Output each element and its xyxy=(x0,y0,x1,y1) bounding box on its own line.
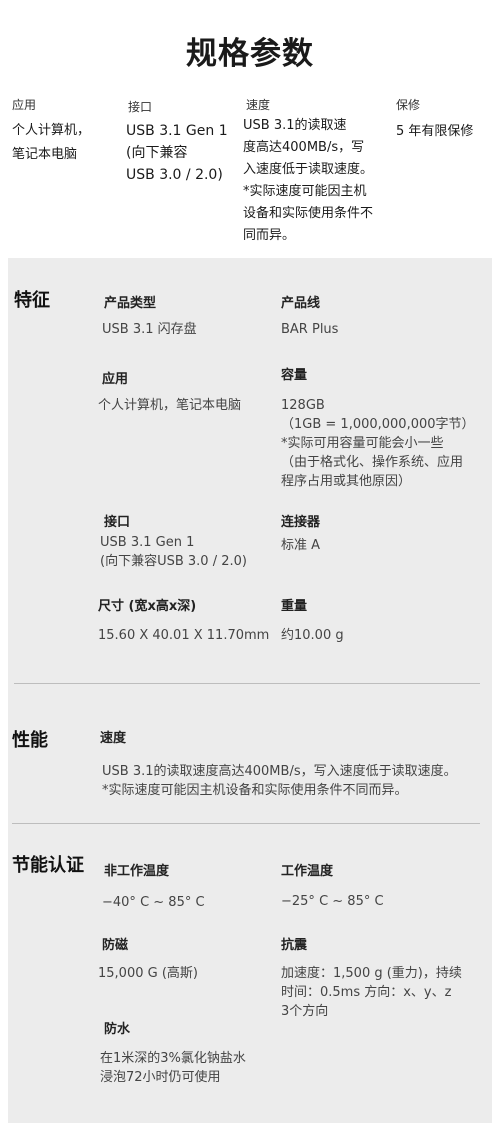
summary-label-warranty: 保修 xyxy=(396,98,421,112)
cert-value-waterproof: 在1米深的3%氯化钠盐水 浸泡72小时仍可使用 xyxy=(100,1051,246,1085)
summary-value-warranty: 5 年有限保修 xyxy=(396,124,474,139)
performance-label-speed: 速度 xyxy=(100,731,127,746)
feature-label-capacity: 容量 xyxy=(281,368,308,383)
summary-label-speed: 速度 xyxy=(246,98,271,112)
cert-label-waterproof: 防水 xyxy=(104,1022,131,1037)
cert-value-magnetic: 15,000 G (高斯) xyxy=(98,966,198,981)
summary-label-interface: 接口 xyxy=(128,100,153,114)
section-heading-certification: 节能认证 xyxy=(12,855,84,876)
feature-value-connector: 标准 A xyxy=(281,538,321,553)
section-heading-features: 特征 xyxy=(14,290,50,311)
feature-label-product-line: 产品线 xyxy=(281,296,321,311)
cert-value-storage-temp: −40° C ~ 85° C xyxy=(102,895,205,910)
summary-value-speed: USB 3.1的读取速 度高达400MB/s，写 入速度低于读取速度。 *实际速… xyxy=(243,118,374,243)
feature-value-weight: 约10.00 g xyxy=(281,628,344,643)
summary-value-application: 个人计算机， 笔记本电脑 xyxy=(12,123,91,162)
feature-label-connector: 连接器 xyxy=(281,515,321,530)
feature-label-dimensions: 尺寸 (宽x高x深) xyxy=(98,599,197,614)
feature-label-product-type: 产品类型 xyxy=(104,296,157,311)
section-divider xyxy=(14,683,480,684)
cert-value-shock: 加速度：1,500 g (重力)，持续 时间：0.5ms 方向：x、y、z 3个… xyxy=(281,966,462,1019)
feature-value-product-type: USB 3.1 闪存盘 xyxy=(102,322,197,337)
summary-value-interface: USB 3.1 Gen 1 (向下兼容 USB 3.0 / 2.0) xyxy=(126,123,228,183)
cert-value-operating-temp: −25° C ~ 85° C xyxy=(281,894,384,909)
feature-value-application: 个人计算机，笔记本电脑 xyxy=(98,398,242,413)
feature-label-application: 应用 xyxy=(102,372,129,387)
summary-label-application: 应用 xyxy=(12,98,37,112)
feature-label-interface: 接口 xyxy=(104,515,131,530)
cert-label-storage-temp: 非工作温度 xyxy=(104,864,170,879)
page-title: 规格参数 xyxy=(186,36,314,72)
cert-label-operating-temp: 工作温度 xyxy=(281,864,334,879)
feature-value-dimensions: 15.60 X 40.01 X 11.70mm xyxy=(98,628,270,643)
feature-value-interface: USB 3.1 Gen 1 (向下兼容USB 3.0 / 2.0) xyxy=(100,535,247,569)
section-heading-performance: 性能 xyxy=(12,730,48,751)
feature-label-weight: 重量 xyxy=(281,599,308,614)
cert-label-magnetic: 防磁 xyxy=(102,938,129,953)
section-divider xyxy=(12,823,480,824)
feature-value-product-line: BAR Plus xyxy=(281,322,339,337)
cert-label-shock: 抗震 xyxy=(281,938,308,953)
performance-value-speed: USB 3.1的读取速度高达400MB/s，写入速度低于读取速度。 *实际速度可… xyxy=(102,764,457,798)
feature-value-capacity: 128GB （1GB = 1,000,000,000字节） *实际可用容量可能会… xyxy=(281,398,475,489)
